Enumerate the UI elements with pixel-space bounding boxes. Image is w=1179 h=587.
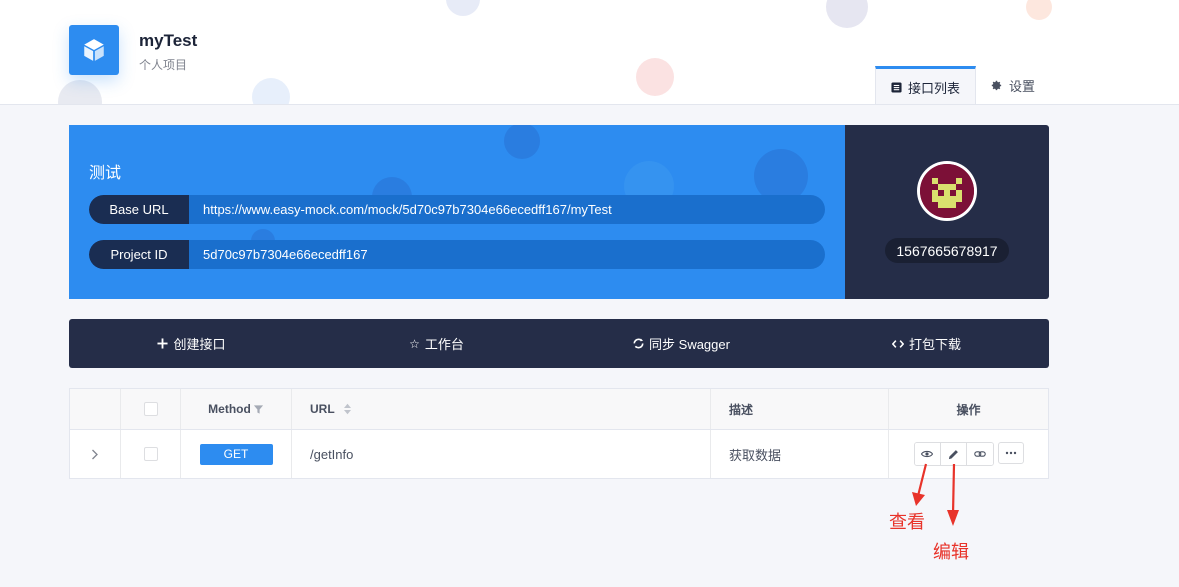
action-toolbar: 创建接口 ☆ 工作台 同步 Swagger 打包下载 — [69, 319, 1049, 368]
tab-settings-label: 设置 — [1009, 79, 1036, 94]
star-icon: ☆ — [409, 336, 420, 351]
sync-swagger-label: 同步 Swagger — [649, 337, 730, 352]
ops-header-label: 操作 — [956, 402, 981, 417]
decor-bubble — [58, 80, 102, 104]
ops-column-header: 操作 — [889, 389, 1048, 429]
filter-icon[interactable] — [253, 404, 264, 415]
header: myTest 个人项目 接口列表 设置 — [0, 0, 1179, 105]
desc-column-header: 描述 — [711, 389, 889, 429]
owner-id: 1567665678917 — [885, 238, 1009, 263]
eye-icon — [921, 450, 933, 458]
method-cell: GET — [181, 430, 292, 478]
decor-bubble — [252, 78, 290, 104]
sync-swagger-button[interactable]: 同步 Swagger — [559, 319, 804, 368]
row-select-cell — [121, 430, 181, 478]
tab-api-list-label: 接口列表 — [908, 81, 961, 96]
select-all-cell — [121, 389, 181, 429]
project-logo — [69, 25, 119, 75]
link-icon — [973, 451, 986, 457]
decor-bubble — [636, 58, 674, 96]
decor-bubble — [826, 0, 868, 28]
project-id-row: Project ID 5d70c97b7304e66ecedff167 — [89, 240, 825, 269]
code-icon — [891, 339, 904, 348]
avatar[interactable] — [917, 161, 977, 221]
gear-icon — [991, 80, 1002, 90]
sync-icon — [633, 338, 644, 349]
decor-bubble — [1026, 0, 1052, 20]
sort-icon[interactable] — [343, 403, 352, 415]
tab-settings[interactable]: 设置 — [976, 66, 1050, 104]
avatar-image — [920, 164, 974, 218]
create-api-label: 创建接口 — [173, 337, 226, 352]
decor-bubble — [504, 125, 540, 159]
download-button[interactable]: 打包下载 — [804, 319, 1049, 368]
download-label: 打包下载 — [908, 337, 961, 352]
workbench-label: 工作台 — [424, 337, 464, 352]
desc-header-label: 描述 — [729, 402, 754, 417]
method-badge: GET — [199, 443, 273, 465]
more-button[interactable] — [997, 442, 1024, 464]
annotation-view: 查看 — [889, 512, 925, 533]
table-header: Method URL 描述 操作 — [70, 389, 1048, 430]
chevron-right-icon[interactable] — [91, 449, 99, 460]
base-url-value[interactable]: https://www.easy-mock.com/mock/5d70c97b7… — [189, 202, 612, 217]
create-api-button[interactable]: 创建接口 — [69, 319, 314, 368]
workbench-button[interactable]: ☆ 工作台 — [314, 319, 559, 368]
base-url-row: Base URL https://www.easy-mock.com/mock/… — [89, 195, 825, 224]
method-column-header: Method — [181, 389, 292, 429]
expand-cell — [70, 430, 121, 478]
project-id-label: Project ID — [89, 240, 189, 269]
expand-column-header — [70, 389, 121, 429]
plus-icon — [157, 338, 169, 349]
pencil-icon — [948, 449, 958, 459]
select-all-checkbox[interactable] — [143, 402, 158, 416]
url-cell: /getInfo — [292, 430, 711, 478]
project-info-card: 测试 Base URL https://www.easy-mock.com/mo… — [69, 125, 845, 299]
ellipsis-icon — [1005, 451, 1016, 455]
owner-card: 1567665678917 — [845, 125, 1049, 299]
tab-api-list[interactable]: 接口列表 — [875, 66, 977, 104]
project-id-value[interactable]: 5d70c97b7304e66ecedff167 — [189, 247, 368, 262]
project-name: myTest — [139, 31, 198, 50]
url-column-header: URL — [292, 389, 711, 429]
list-icon — [891, 82, 902, 93]
project-description: 测试 — [89, 165, 122, 182]
project-tabs: 接口列表 设置 — [875, 66, 1050, 104]
cube-icon — [84, 39, 104, 61]
desc-cell: 获取数据 — [711, 430, 889, 478]
row-checkbox[interactable] — [143, 447, 158, 461]
method-header-label: Method — [208, 402, 251, 416]
url-header-label: URL — [310, 402, 335, 416]
project-subtitle: 个人项目 — [139, 58, 188, 72]
pixel-avatar-icon — [920, 164, 974, 218]
base-url-label: Base URL — [89, 195, 189, 224]
decor-bubble — [446, 0, 480, 16]
annotation-edit: 编辑 — [933, 542, 969, 563]
